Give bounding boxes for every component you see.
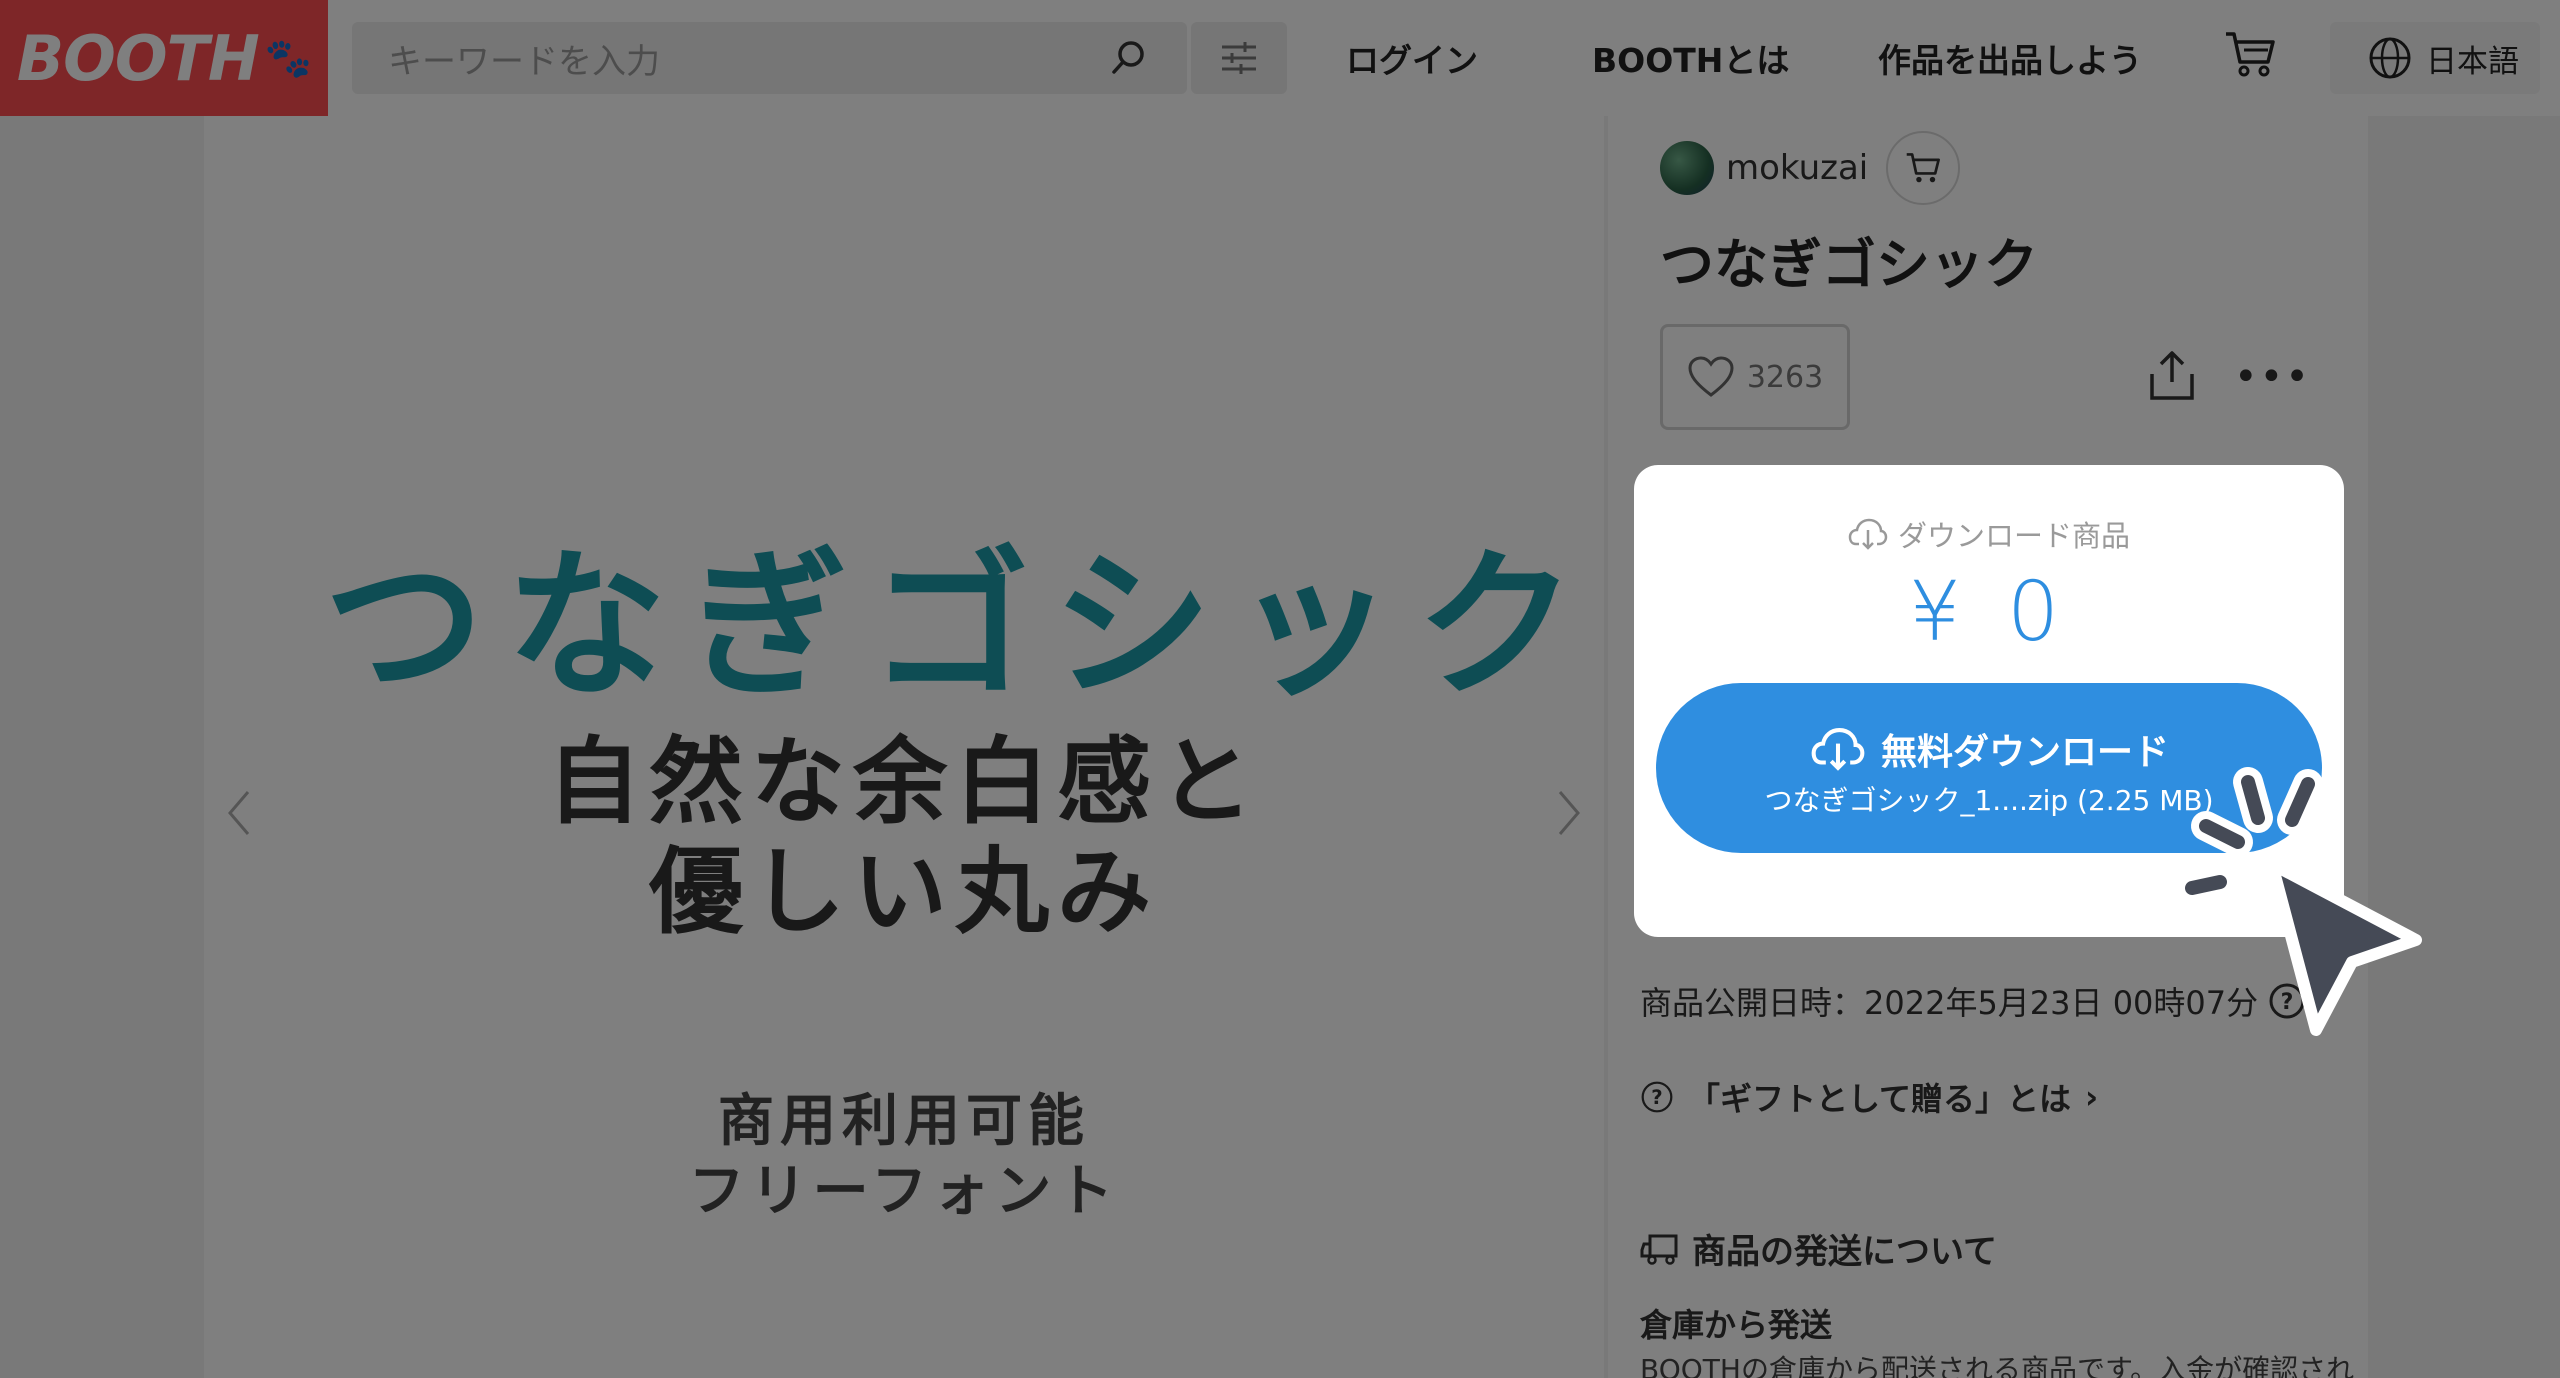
cloud-download-icon	[1811, 728, 1865, 771]
pointer-cursor-icon	[2177, 767, 2422, 1036]
price: ¥ 0	[1908, 565, 2070, 660]
product-type-text: ダウンロード商品	[1897, 519, 2130, 553]
product-type-label: ダウンロード商品	[1634, 513, 2344, 555]
download-label-text: 無料ダウンロード	[1880, 732, 2169, 773]
cloud-download-icon	[1848, 518, 1888, 550]
